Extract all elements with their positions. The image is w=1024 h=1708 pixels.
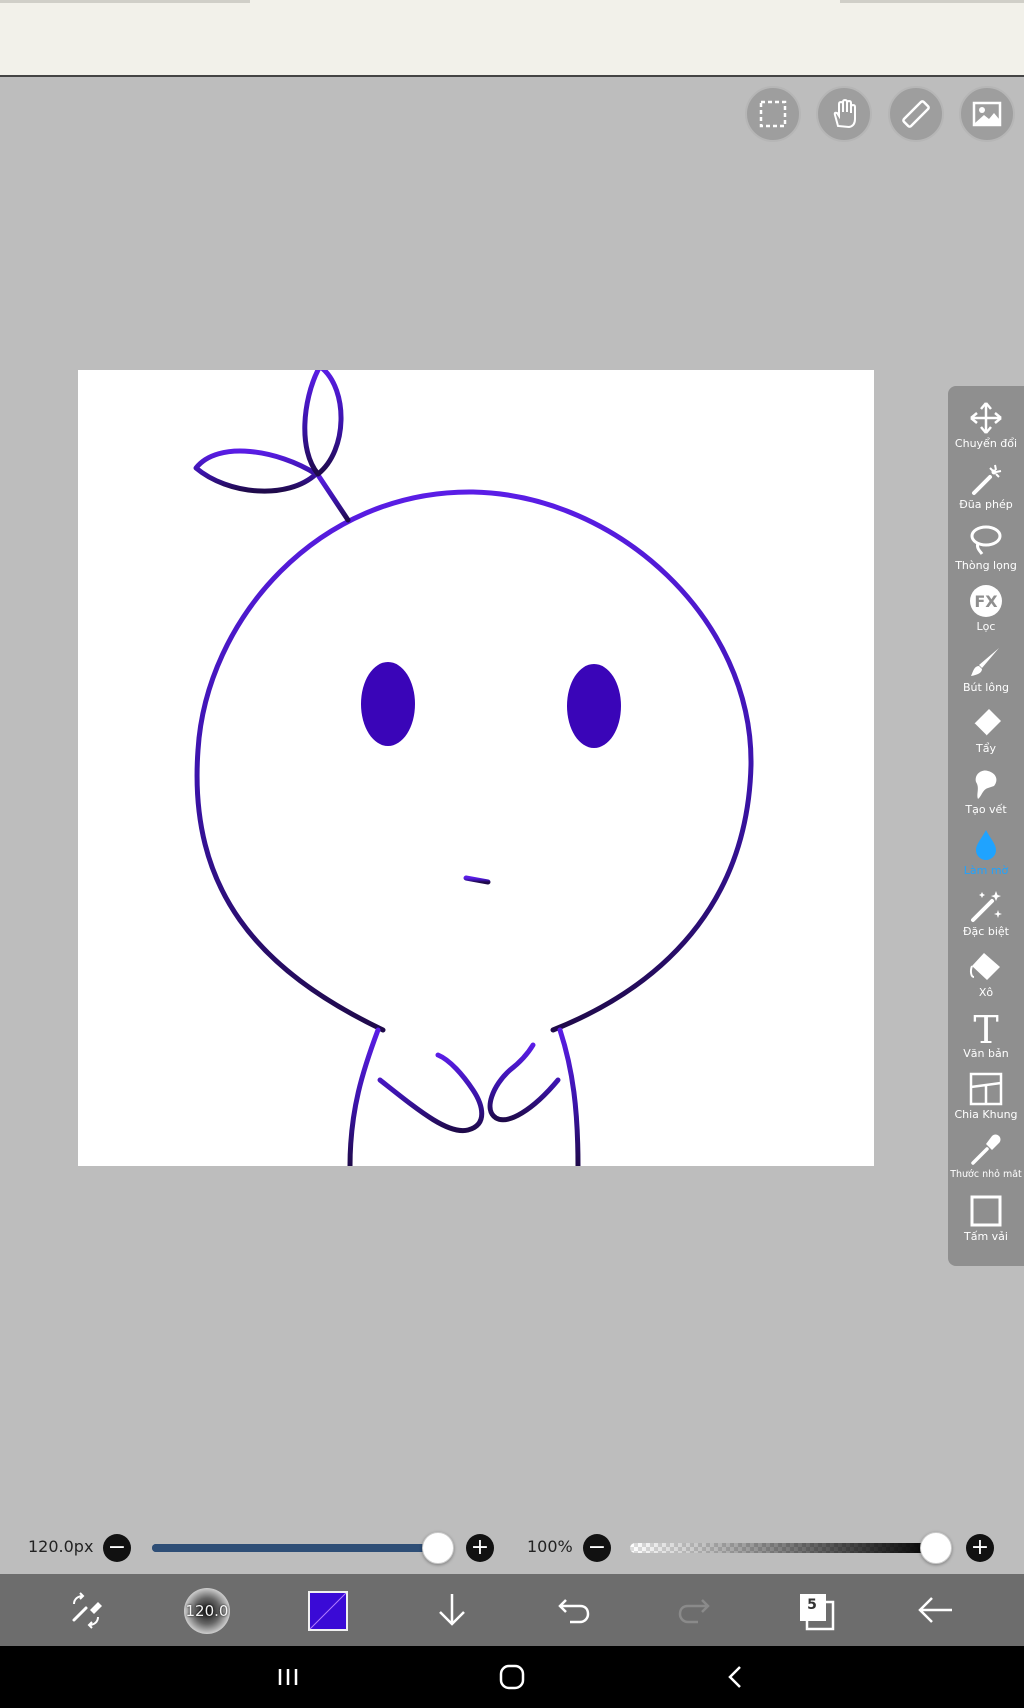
eyedropper-icon — [971, 1134, 1001, 1165]
back-icon — [728, 1666, 741, 1688]
back-button[interactable] — [914, 1574, 958, 1646]
minus-icon: − — [107, 1535, 127, 1560]
redo-button[interactable] — [672, 1574, 716, 1646]
arrow-down-icon — [439, 1594, 465, 1626]
tool-canvas[interactable]: Tấm vải — [948, 1189, 1024, 1250]
text-icon: T — [973, 1010, 998, 1046]
plus-icon: + — [970, 1535, 990, 1560]
color-picker-button[interactable] — [308, 1591, 348, 1631]
tool-transform[interactable]: Chuyển đổi — [948, 396, 1024, 457]
tool-special[interactable]: Đặc biệt — [948, 884, 1024, 945]
drawing-canvas[interactable] — [78, 370, 874, 1166]
layers-button[interactable]: 5 — [800, 1594, 835, 1631]
image-button[interactable] — [959, 86, 1015, 142]
tool-eyedropper[interactable]: Thước nhỏ mắt — [948, 1128, 1024, 1189]
tool-label: Lọc — [976, 620, 996, 633]
opacity-slider[interactable] — [630, 1543, 935, 1553]
lasso-icon — [970, 525, 1002, 555]
system-navigation-bar — [0, 1646, 1024, 1708]
tool-label: Tẩy — [976, 742, 996, 755]
tool-label: Chuyển đổi — [954, 437, 1018, 450]
svg-text:T: T — [973, 1010, 998, 1046]
hand-icon — [833, 98, 856, 129]
move-icon — [970, 402, 1002, 434]
frame-divider-icon — [969, 1072, 1003, 1106]
tool-panel: Chuyển đổi Đũa phép Thòng lọng FX Lọc Bú… — [948, 386, 1024, 1266]
color-swatch-icon — [310, 1593, 346, 1629]
home-button[interactable] — [492, 1658, 532, 1696]
arrow-left-icon — [918, 1597, 952, 1623]
undo-button[interactable] — [552, 1574, 596, 1646]
tool-label: Bút lông — [962, 681, 1010, 694]
tool-brush[interactable]: Bút lông — [948, 640, 1024, 701]
tool-magic-wand[interactable]: Đũa phép — [948, 457, 1024, 518]
special-icon — [971, 891, 1002, 922]
undo-icon — [558, 1599, 590, 1624]
tool-bucket[interactable]: Xô — [948, 945, 1024, 1006]
recent-apps-button[interactable] — [268, 1658, 308, 1696]
brush-size-slider[interactable] — [152, 1544, 437, 1552]
opacity-label: 100% — [527, 1537, 573, 1556]
tool-filter[interactable]: FX Lọc — [948, 579, 1024, 640]
tool-label: Chia Khung — [954, 1108, 1018, 1121]
redo-icon — [678, 1599, 710, 1624]
selection-button[interactable] — [745, 86, 801, 142]
blur-icon — [976, 830, 996, 860]
fx-icon: FX — [970, 585, 1002, 617]
magic-wand-icon — [972, 464, 1002, 495]
bucket-icon — [969, 953, 1000, 980]
tool-label: Thòng lọng — [955, 559, 1017, 572]
tool-blur[interactable]: Làm mờ — [948, 823, 1024, 884]
brush-icon — [971, 648, 999, 676]
merge-down-button[interactable] — [430, 1574, 474, 1646]
top-bar — [0, 0, 1024, 77]
ruler-button[interactable] — [888, 86, 944, 142]
tool-label: Đặc biệt — [963, 925, 1009, 938]
brush-size-thumb[interactable] — [422, 1532, 454, 1564]
minus-icon: − — [587, 1535, 607, 1560]
hand-button[interactable] — [816, 86, 872, 142]
tool-label: Xô — [978, 986, 994, 999]
tool-eraser[interactable]: Tẩy — [948, 701, 1024, 762]
bottom-toolbar: 120.0 5 — [0, 1574, 1024, 1646]
brush-eraser-toggle-button[interactable] — [62, 1574, 110, 1646]
image-icon — [972, 101, 1002, 127]
opacity-increase-button[interactable]: + — [966, 1534, 994, 1562]
tool-label: Văn bản — [963, 1047, 1009, 1060]
tool-text[interactable]: T Văn bản — [948, 1006, 1024, 1067]
ruler-icon — [902, 100, 930, 128]
selection-icon — [759, 100, 787, 128]
tool-label: Tạo vết — [965, 803, 1007, 816]
eraser-icon — [973, 709, 1001, 737]
tool-label: Làm mờ — [963, 864, 1009, 877]
top-bar-edge — [840, 0, 1024, 3]
brush-size-decrease-button[interactable]: − — [103, 1534, 131, 1562]
brush-preview-value: 120.0 — [185, 1602, 229, 1620]
opacity-decrease-button[interactable]: − — [583, 1534, 611, 1562]
brush-size-label: 120.0px — [28, 1537, 94, 1556]
tool-label: Đũa phép — [959, 498, 1013, 511]
home-icon — [499, 1664, 525, 1690]
top-bar-edge — [0, 0, 250, 3]
plus-icon: + — [470, 1535, 490, 1560]
tool-label: Tấm vải — [964, 1230, 1008, 1243]
system-back-button[interactable] — [716, 1658, 756, 1696]
tool-smudge[interactable]: Tạo vết — [948, 762, 1024, 823]
recent-apps-icon — [278, 1669, 298, 1685]
smudge-icon — [975, 770, 997, 799]
brush-eraser-swap-icon — [72, 1592, 102, 1629]
svg-text:FX: FX — [974, 592, 998, 611]
tool-label: Thước nhỏ mắt — [950, 1169, 1022, 1180]
brush-size-increase-button[interactable]: + — [466, 1534, 494, 1562]
brush-preview-button[interactable]: 120.0 — [184, 1588, 230, 1634]
tool-frame-divider[interactable]: Chia Khung — [948, 1067, 1024, 1128]
canvas-icon — [970, 1195, 1002, 1227]
tool-lasso[interactable]: Thòng lọng — [948, 518, 1024, 579]
brush-size-fill — [152, 1544, 437, 1552]
opacity-thumb[interactable] — [920, 1532, 952, 1564]
character-drawing — [193, 370, 754, 1166]
layer-count: 5 — [807, 1597, 817, 1613]
